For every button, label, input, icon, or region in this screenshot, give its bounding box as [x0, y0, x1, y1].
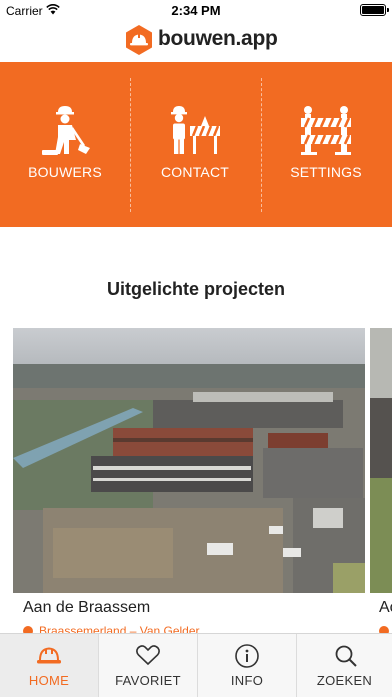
nav-bouwers-label: BOUWERS [28, 164, 102, 180]
heart-icon [136, 645, 160, 666]
nav-contact[interactable]: CONTACT [130, 62, 260, 227]
helmet-icon [37, 647, 61, 664]
status-bar: Carrier 2:34 PM [0, 0, 392, 22]
tab-favoriet[interactable]: FAVORIET [99, 634, 197, 697]
worker-with-barrier-icon [171, 106, 220, 154]
construction-worker-icon [42, 106, 90, 155]
status-time: 2:34 PM [171, 3, 221, 18]
nav-settings-label: SETTINGS [290, 164, 362, 180]
tab-bar: HOME FAVORIET INFO ZOEKEN [0, 633, 392, 697]
brand-logo-icon [126, 25, 152, 55]
tab-info-label: INFO [230, 673, 264, 688]
project-photo [13, 328, 365, 593]
project-card[interactable]: Aan de Braassem Braassemerland – Van Gel… [13, 328, 365, 640]
info-icon [235, 644, 259, 668]
featured-title: Uitgelichte projecten [106, 279, 286, 299]
project-card[interactable]: Ac [370, 328, 392, 640]
nav-settings[interactable]: SETTINGS [261, 62, 391, 227]
tab-info[interactable]: INFO [198, 634, 296, 697]
project-name: Aan de Braassem [23, 599, 151, 616]
tab-zoeken-label: ZOEKEN [316, 673, 373, 688]
project-name: Ac [379, 599, 392, 616]
tab-favoriet-label: FAVORIET [115, 673, 181, 688]
tab-zoeken[interactable]: ZOEKEN [297, 634, 392, 697]
project-photo [370, 328, 392, 593]
road-barrier-icon [301, 106, 351, 155]
nav-contact-label: CONTACT [160, 164, 230, 180]
app-header: bouwen.app [0, 22, 392, 62]
quick-nav: BOUWERS CONTACT SETTINGS [0, 62, 392, 227]
brand-name: bouwen.app [158, 27, 278, 50]
battery-icon [360, 4, 389, 16]
tab-home[interactable]: HOME [0, 634, 98, 697]
search-icon [335, 645, 357, 667]
nav-bouwers[interactable]: BOUWERS [0, 62, 130, 227]
tab-home-label: HOME [28, 673, 70, 688]
